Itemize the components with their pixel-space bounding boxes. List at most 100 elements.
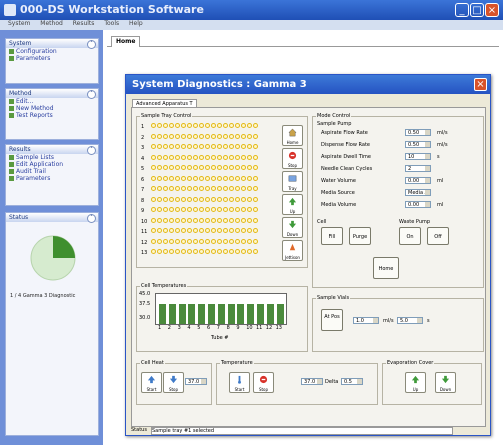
tray-position[interactable] [187, 133, 192, 139]
tray-position[interactable] [241, 196, 246, 202]
tray-position[interactable] [175, 217, 180, 223]
sidebar-item-audit-trail[interactable]: Audit Trail [6, 168, 98, 175]
tray-position[interactable] [205, 175, 210, 181]
tray-position[interactable] [247, 186, 252, 191]
tray-position[interactable] [187, 123, 192, 128]
tray-position[interactable] [229, 238, 234, 244]
tray-tray-button[interactable]: Tray [282, 171, 303, 192]
status-panel-header[interactable]: Status ˄ [6, 213, 98, 223]
tray-position[interactable] [151, 217, 156, 223]
tray-position[interactable] [169, 186, 174, 191]
tray-position[interactable] [253, 217, 258, 223]
vial-value-b-input[interactable]: 5.0 [397, 317, 423, 324]
tray-position[interactable] [157, 249, 162, 254]
tray-position[interactable] [247, 144, 252, 149]
tray-position[interactable] [241, 133, 246, 139]
tray-position[interactable] [199, 133, 204, 139]
tray-position[interactable] [247, 207, 252, 212]
tray-jettison-button[interactable]: Jettison [282, 240, 303, 261]
tray-position[interactable] [223, 249, 228, 254]
tray-position[interactable] [229, 207, 234, 212]
tray-position[interactable] [205, 154, 210, 160]
tray-position[interactable] [151, 207, 156, 212]
tray-position[interactable] [151, 196, 156, 202]
tray-position[interactable] [253, 154, 258, 160]
tray-position[interactable] [193, 123, 198, 128]
tray-position[interactable] [151, 249, 156, 254]
sidebar-item-edit[interactable]: Edit... [6, 98, 98, 105]
cell-heat-start-button[interactable]: Start [141, 372, 162, 393]
tray-position[interactable] [241, 123, 246, 128]
tray-position[interactable] [247, 123, 252, 128]
tray-position[interactable] [187, 249, 192, 254]
tray-position[interactable] [223, 133, 228, 139]
tray-position[interactable] [163, 133, 168, 139]
tray-position[interactable] [229, 228, 234, 233]
tray-position[interactable] [181, 249, 186, 254]
tray-position[interactable] [253, 165, 258, 170]
sidebar-item-configuration[interactable]: Configuration [6, 48, 98, 55]
tray-position[interactable] [193, 144, 198, 149]
tray-position[interactable] [229, 196, 234, 202]
tray-position[interactable] [205, 196, 210, 202]
tray-position[interactable] [175, 238, 180, 244]
tray-position[interactable] [157, 196, 162, 202]
tray-position[interactable] [175, 249, 180, 254]
tray-position[interactable] [151, 165, 156, 170]
waste-pump-on-button[interactable]: On [399, 227, 421, 245]
tray-position[interactable] [235, 238, 240, 244]
tray-position[interactable] [199, 186, 204, 191]
tray-position[interactable] [223, 175, 228, 181]
tray-position[interactable] [235, 217, 240, 223]
vial-value-a-input[interactable]: 1.0 [353, 317, 379, 324]
tray-position[interactable] [211, 133, 216, 139]
tray-position[interactable] [241, 228, 246, 233]
tray-position[interactable] [157, 228, 162, 233]
tray-position[interactable] [169, 133, 174, 139]
tray-position[interactable] [253, 196, 258, 202]
tray-position[interactable] [235, 123, 240, 128]
method-panel-header[interactable]: Method ˄ [6, 89, 98, 99]
tray-position[interactable] [175, 133, 180, 139]
sidebar-item-test-reports[interactable]: Test Reports [6, 112, 98, 119]
mode-field-input[interactable]: 0.00 [405, 201, 431, 208]
tray-position[interactable] [181, 217, 186, 223]
tray-position[interactable] [241, 238, 246, 244]
tray-position[interactable] [253, 186, 258, 191]
cell-fill-button[interactable]: Fill [321, 227, 343, 245]
tray-position[interactable] [199, 238, 204, 244]
menu-results[interactable]: Results [73, 20, 95, 27]
tray-position[interactable] [157, 144, 162, 149]
tray-position[interactable] [241, 249, 246, 254]
tray-position[interactable] [193, 186, 198, 191]
tray-position[interactable] [181, 238, 186, 244]
tray-position[interactable] [205, 186, 210, 191]
tray-position[interactable] [235, 144, 240, 149]
tray-position[interactable] [211, 165, 216, 170]
tray-position[interactable] [217, 207, 222, 212]
tray-position[interactable] [205, 144, 210, 149]
tray-position[interactable] [169, 165, 174, 170]
tray-position[interactable] [241, 186, 246, 191]
tray-position[interactable] [187, 238, 192, 244]
evaporation-down-button[interactable]: Down [435, 372, 456, 393]
tray-position[interactable] [181, 144, 186, 149]
tray-position[interactable] [211, 186, 216, 191]
tray-position[interactable] [205, 217, 210, 223]
tray-position[interactable] [175, 196, 180, 202]
sidebar-item-results-parameters[interactable]: Parameters [6, 175, 98, 182]
tray-position[interactable] [199, 228, 204, 233]
tray-position[interactable] [193, 154, 198, 160]
tray-position[interactable] [175, 186, 180, 191]
menu-system[interactable]: System [8, 20, 30, 27]
tray-position[interactable] [223, 228, 228, 233]
tray-position[interactable] [163, 228, 168, 233]
tray-position[interactable] [223, 123, 228, 128]
system-panel-header[interactable]: System ˄ [6, 39, 98, 49]
tray-position[interactable] [181, 228, 186, 233]
tray-position[interactable] [247, 165, 252, 170]
tray-position[interactable] [235, 175, 240, 181]
tray-position[interactable] [181, 165, 186, 170]
temperature-start-button[interactable]: Start [229, 372, 250, 393]
tray-position[interactable] [205, 165, 210, 170]
